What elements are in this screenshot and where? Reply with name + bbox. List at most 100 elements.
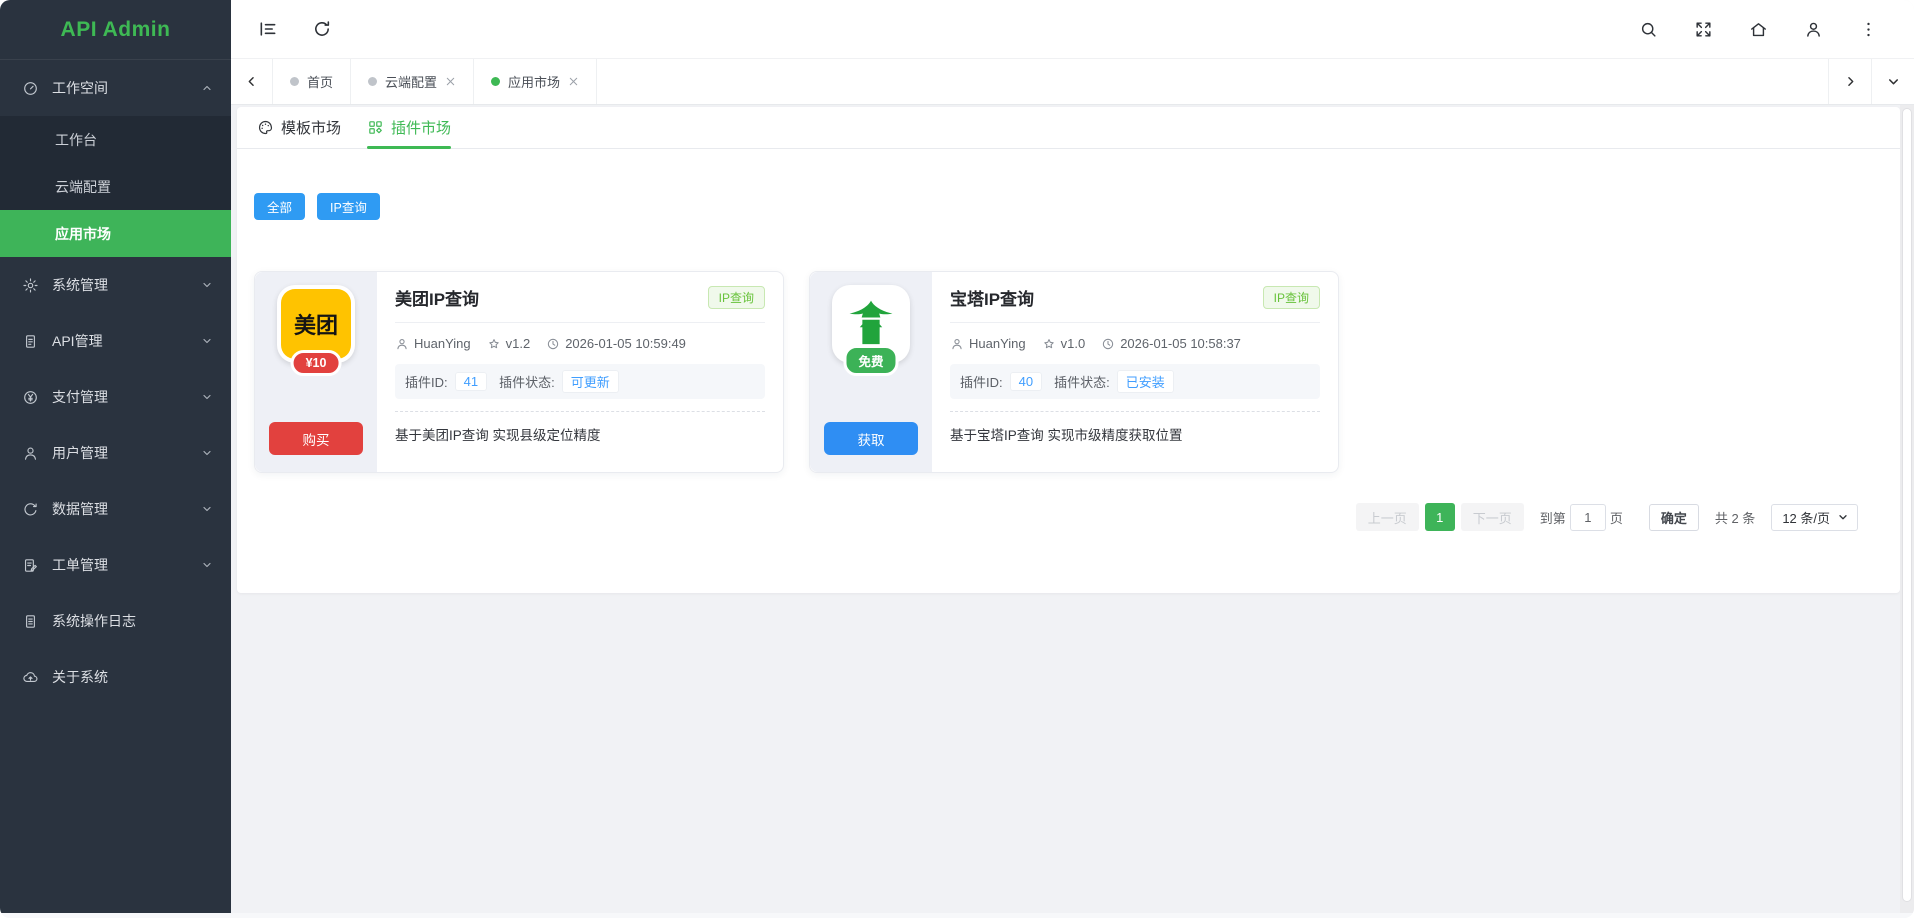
sidebar-item-label: 关于系统 (52, 667, 108, 687)
plugin-title: 美团IP查询 (395, 285, 479, 310)
search-icon[interactable] (1639, 20, 1658, 39)
plugin-card-body: 美团IP查询 IP查询 HuanYing (377, 272, 783, 472)
plugin-status-label: 插件状态: (1054, 372, 1110, 391)
sidebar-item-label: API管理 (52, 331, 103, 351)
plugin-description: 基于宝塔IP查询 实现市级精度获取位置 (950, 424, 1320, 444)
goto-prefix-label: 到第 (1540, 508, 1566, 527)
tabs-menu-dropdown-icon[interactable] (1871, 59, 1914, 104)
filter-all-button[interactable]: 全部 (254, 193, 305, 220)
plugin-card-left: 美团 ¥10 购买 (255, 272, 377, 472)
plugin-id-value: 41 (455, 372, 487, 391)
sidebar-item-data-mgmt[interactable]: 数据管理 (0, 481, 231, 537)
user-icon (22, 445, 39, 462)
goto-page-input[interactable] (1570, 504, 1606, 531)
plugin-card-meituan: 美团 ¥10 购买 美团IP查询 IP查询 (254, 271, 784, 473)
sidebar-item-payment-mgmt[interactable]: 支付管理 (0, 369, 231, 425)
plugin-status-value[interactable]: 可更新 (562, 370, 619, 393)
refresh-icon[interactable] (312, 19, 332, 39)
sidebar-item-user-mgmt[interactable]: 用户管理 (0, 425, 231, 481)
chevron-down-icon (201, 391, 213, 403)
next-page-button[interactable]: 下一页 (1461, 503, 1524, 531)
tab-template-market[interactable]: 模板市场 (257, 107, 341, 148)
clock-icon (546, 337, 560, 351)
plugin-title: 宝塔IP查询 (950, 285, 1034, 310)
plugin-description: 基于美团IP查询 实现县级定位精度 (395, 424, 765, 444)
sidebar-item-label: 数据管理 (52, 499, 108, 519)
sidebar-item-api-mgmt[interactable]: API管理 (0, 313, 231, 369)
content-area: 模板市场 插件市场 全部 IP查询 (231, 105, 1914, 913)
scrollbar[interactable] (1900, 105, 1914, 913)
sidebar-item-label: 系统管理 (52, 275, 108, 295)
get-button[interactable]: 获取 (824, 422, 918, 455)
plugin-card-left: 免费 获取 (810, 272, 932, 472)
tabs-scroll-right-icon[interactable] (1828, 59, 1871, 104)
sidebar-item-label: 用户管理 (52, 443, 108, 463)
tab-plugin-market[interactable]: 插件市场 (367, 107, 451, 148)
tabs-scroll-left-icon[interactable] (231, 59, 272, 104)
sidebar-item-operation-log[interactable]: 系统操作日志 (0, 593, 231, 649)
topbar (231, 0, 1914, 59)
sidebar-item-cloud-config[interactable]: 云端配置 (0, 163, 231, 210)
home-icon[interactable] (1749, 20, 1768, 39)
dashed-divider (395, 411, 765, 412)
tab-app-market[interactable]: 应用市场 (474, 59, 597, 104)
plugin-updated: 2026-01-05 10:58:37 (1120, 336, 1241, 351)
price-badge: ¥10 (291, 350, 342, 376)
plugin-author: HuanYing (414, 336, 471, 351)
app-window: API Admin 工作空间 工作台 云端配置 应用市场 (0, 0, 1914, 918)
sidebar-item-label: 支付管理 (52, 387, 108, 407)
cloud-up-icon (22, 669, 39, 686)
confirm-button[interactable]: 确定 (1649, 504, 1699, 531)
tab-cloud-config[interactable]: 云端配置 (351, 59, 474, 104)
fullscreen-icon[interactable] (1694, 20, 1713, 39)
app-logo: API Admin (0, 0, 231, 60)
market-panel: 模板市场 插件市场 全部 IP查询 (237, 107, 1900, 593)
plugin-id-label: 插件ID: (960, 372, 1003, 391)
scrollbar-thumb[interactable] (1902, 108, 1912, 902)
total-count-label: 共 2 条 (1715, 508, 1755, 527)
plugin-logo: 免费 (832, 285, 910, 363)
sidebar-item-workbench[interactable]: 工作台 (0, 116, 231, 163)
sidebar-item-about-system[interactable]: 关于系统 (0, 649, 231, 705)
sidebar-item-label: 工单管理 (52, 555, 108, 575)
category-filters: 全部 IP查询 (254, 193, 1900, 220)
page-number-1[interactable]: 1 (1425, 503, 1455, 531)
tab-home[interactable]: 首页 (272, 59, 351, 104)
buy-button[interactable]: 购买 (269, 422, 363, 455)
log-icon (22, 613, 39, 630)
meituan-logo: 美团 (281, 289, 351, 359)
author-icon (950, 337, 964, 351)
gear-icon (22, 277, 39, 294)
author-icon (395, 337, 409, 351)
chevron-down-icon (201, 279, 213, 291)
sidebar-item-app-market[interactable]: 应用市场 (0, 210, 231, 257)
page-tabbar: 首页 云端配置 应用市场 (231, 59, 1914, 105)
prev-page-button[interactable]: 上一页 (1356, 503, 1419, 531)
plugin-card-baota: 免费 获取 宝塔IP查询 IP查询 (809, 271, 1339, 473)
sidebar-item-system-mgmt[interactable]: 系统管理 (0, 257, 231, 313)
close-icon[interactable] (568, 76, 579, 87)
page-size-select[interactable]: 12 条/页 (1771, 504, 1858, 531)
plugin-meta: HuanYing v1.0 2026-01-05 1 (950, 336, 1320, 351)
sidebar-item-ticket-mgmt[interactable]: 工单管理 (0, 537, 231, 593)
chevron-down-icon (201, 503, 213, 515)
sidebar-fold-icon[interactable] (258, 19, 278, 39)
plugin-meta: HuanYing v1.2 2026-01-05 1 (395, 336, 765, 351)
profile-icon[interactable] (1804, 20, 1823, 39)
sidebar-item-label: 系统操作日志 (52, 611, 136, 631)
more-menu-icon[interactable] (1859, 20, 1878, 39)
page-size-value: 12 条/页 (1782, 508, 1830, 527)
clock-icon (1101, 337, 1115, 351)
plugin-card-body: 宝塔IP查询 IP查询 HuanYing (932, 272, 1338, 472)
page-tabs: 首页 云端配置 应用市场 (272, 59, 597, 104)
free-badge: 免费 (843, 345, 898, 376)
chevron-up-icon (201, 82, 213, 94)
plugin-status-value[interactable]: 已安装 (1117, 370, 1174, 393)
sidebar-item-workspace[interactable]: 工作空间 (0, 60, 231, 116)
category-tag: IP查询 (708, 286, 765, 309)
tab-label: 云端配置 (385, 72, 437, 91)
close-icon[interactable] (445, 76, 456, 87)
filter-ip-query-button[interactable]: IP查询 (317, 193, 380, 220)
chevron-down-icon (1837, 511, 1849, 523)
plugin-version: v1.0 (1061, 336, 1086, 351)
